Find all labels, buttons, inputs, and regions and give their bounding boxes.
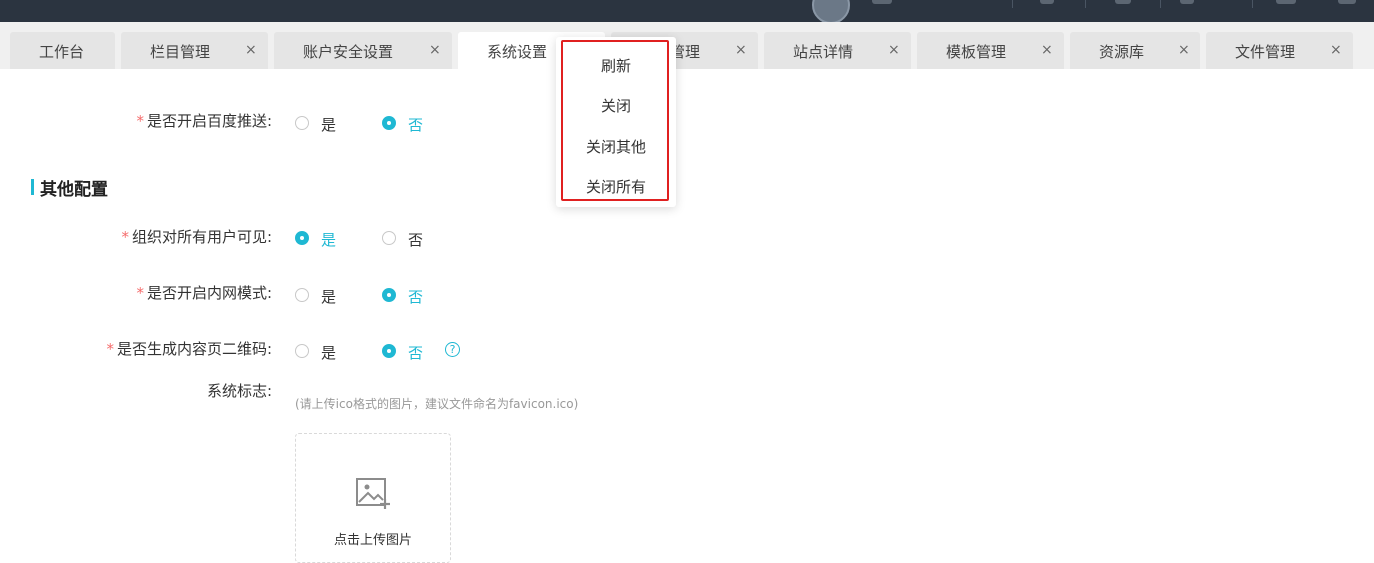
label-text: 组织对所有用户可见: — [131, 228, 272, 246]
org-visible-no-radio[interactable] — [382, 231, 396, 245]
org-visible-yes-label[interactable]: 是 — [321, 229, 336, 250]
close-icon[interactable]: × — [1330, 42, 1342, 58]
upload-hint: (请上传ico格式的图片，建议文件命名为favicon.ico) — [295, 397, 579, 411]
qr-code-no-radio[interactable] — [382, 344, 396, 358]
tab-column-management[interactable]: 栏目管理 × — [121, 32, 268, 69]
close-icon[interactable]: × — [429, 42, 441, 58]
header-icon-5[interactable] — [1338, 0, 1356, 4]
label-text: 是否开启内网模式: — [146, 284, 272, 302]
baidu-push-yes-label[interactable]: 是 — [321, 114, 336, 135]
tab-label: 站点详情 — [793, 43, 854, 61]
tab-label: 模板管理 — [946, 43, 1007, 61]
tab-site-details[interactable]: 站点详情 × — [764, 32, 911, 69]
top-header — [0, 0, 1374, 22]
tab-label: 资源库 — [1099, 43, 1145, 61]
baidu-push-no-label[interactable]: 否 — [408, 114, 423, 135]
org-visible-no-label[interactable]: 否 — [408, 229, 423, 250]
required-mark: * — [106, 340, 114, 358]
tab-label: 工作台 — [39, 43, 85, 61]
intranet-mode-no-label[interactable]: 否 — [408, 286, 423, 307]
intranet-mode-no-radio[interactable] — [382, 288, 396, 302]
intranet-mode-yes-label[interactable]: 是 — [321, 286, 336, 307]
system-logo-label: 系统标志: — [206, 382, 272, 400]
tab-label: 文件管理 — [1235, 43, 1296, 61]
close-icon[interactable]: × — [888, 42, 900, 58]
header-divider — [1160, 0, 1161, 8]
section-title: 其他配置 — [40, 180, 108, 200]
tab-workbench[interactable]: 工作台 — [10, 32, 115, 69]
image-upload-icon — [356, 478, 390, 509]
label-text: 是否开启百度推送: — [146, 112, 272, 130]
header-icon-2[interactable] — [1115, 0, 1131, 4]
intranet-mode-yes-radio[interactable] — [295, 288, 309, 302]
tab-account-security[interactable]: 账户安全设置 × — [274, 32, 452, 69]
highlight-box — [561, 40, 669, 201]
org-visible-label: * 组织对所有用户可见: — [121, 226, 272, 247]
qr-code-yes-radio[interactable] — [295, 344, 309, 358]
help-icon[interactable]: ? — [445, 342, 460, 357]
qr-code-label: * 是否生成内容页二维码: — [106, 338, 272, 359]
tab-bar: 工作台 栏目管理 × 账户安全设置 × 系统设置 × 管理 × 站点详情 × 模… — [0, 22, 1374, 69]
header-username[interactable] — [872, 0, 892, 4]
close-icon[interactable]: × — [1178, 42, 1190, 58]
tab-file-management[interactable]: 文件管理 × — [1206, 32, 1353, 69]
close-icon[interactable]: × — [1041, 42, 1053, 58]
qr-code-no-label[interactable]: 否 — [408, 342, 423, 363]
upload-text: 点击上传图片 — [333, 533, 412, 548]
section-accent-bar — [31, 179, 34, 195]
header-icon-4[interactable] — [1276, 0, 1296, 4]
required-mark: * — [121, 228, 129, 246]
tab-label: 账户安全设置 — [303, 43, 394, 61]
close-icon[interactable]: × — [245, 42, 257, 58]
tab-label: 栏目管理 — [150, 43, 211, 61]
close-icon[interactable]: × — [735, 42, 747, 58]
avatar[interactable] — [812, 0, 850, 22]
header-icon-1[interactable] — [1040, 0, 1054, 4]
tab-template-management[interactable]: 模板管理 × — [917, 32, 1064, 69]
baidu-push-yes-radio[interactable] — [295, 116, 309, 130]
baidu-push-label: * 是否开启百度推送: — [136, 110, 272, 131]
required-mark: * — [136, 112, 144, 130]
label-text: 是否生成内容页二维码: — [116, 340, 272, 358]
intranet-mode-label: * 是否开启内网模式: — [136, 282, 272, 303]
baidu-push-no-radio[interactable] — [382, 116, 396, 130]
org-visible-yes-radio[interactable] — [295, 231, 309, 245]
qr-code-yes-label[interactable]: 是 — [321, 342, 336, 363]
header-divider — [1012, 0, 1013, 8]
header-icon-3[interactable] — [1180, 0, 1194, 4]
tab-label: 系统设置 — [487, 43, 548, 61]
header-divider — [1085, 0, 1086, 8]
header-divider — [1252, 0, 1253, 8]
required-mark: * — [136, 284, 144, 302]
tab-resource-library[interactable]: 资源库 × — [1070, 32, 1200, 69]
